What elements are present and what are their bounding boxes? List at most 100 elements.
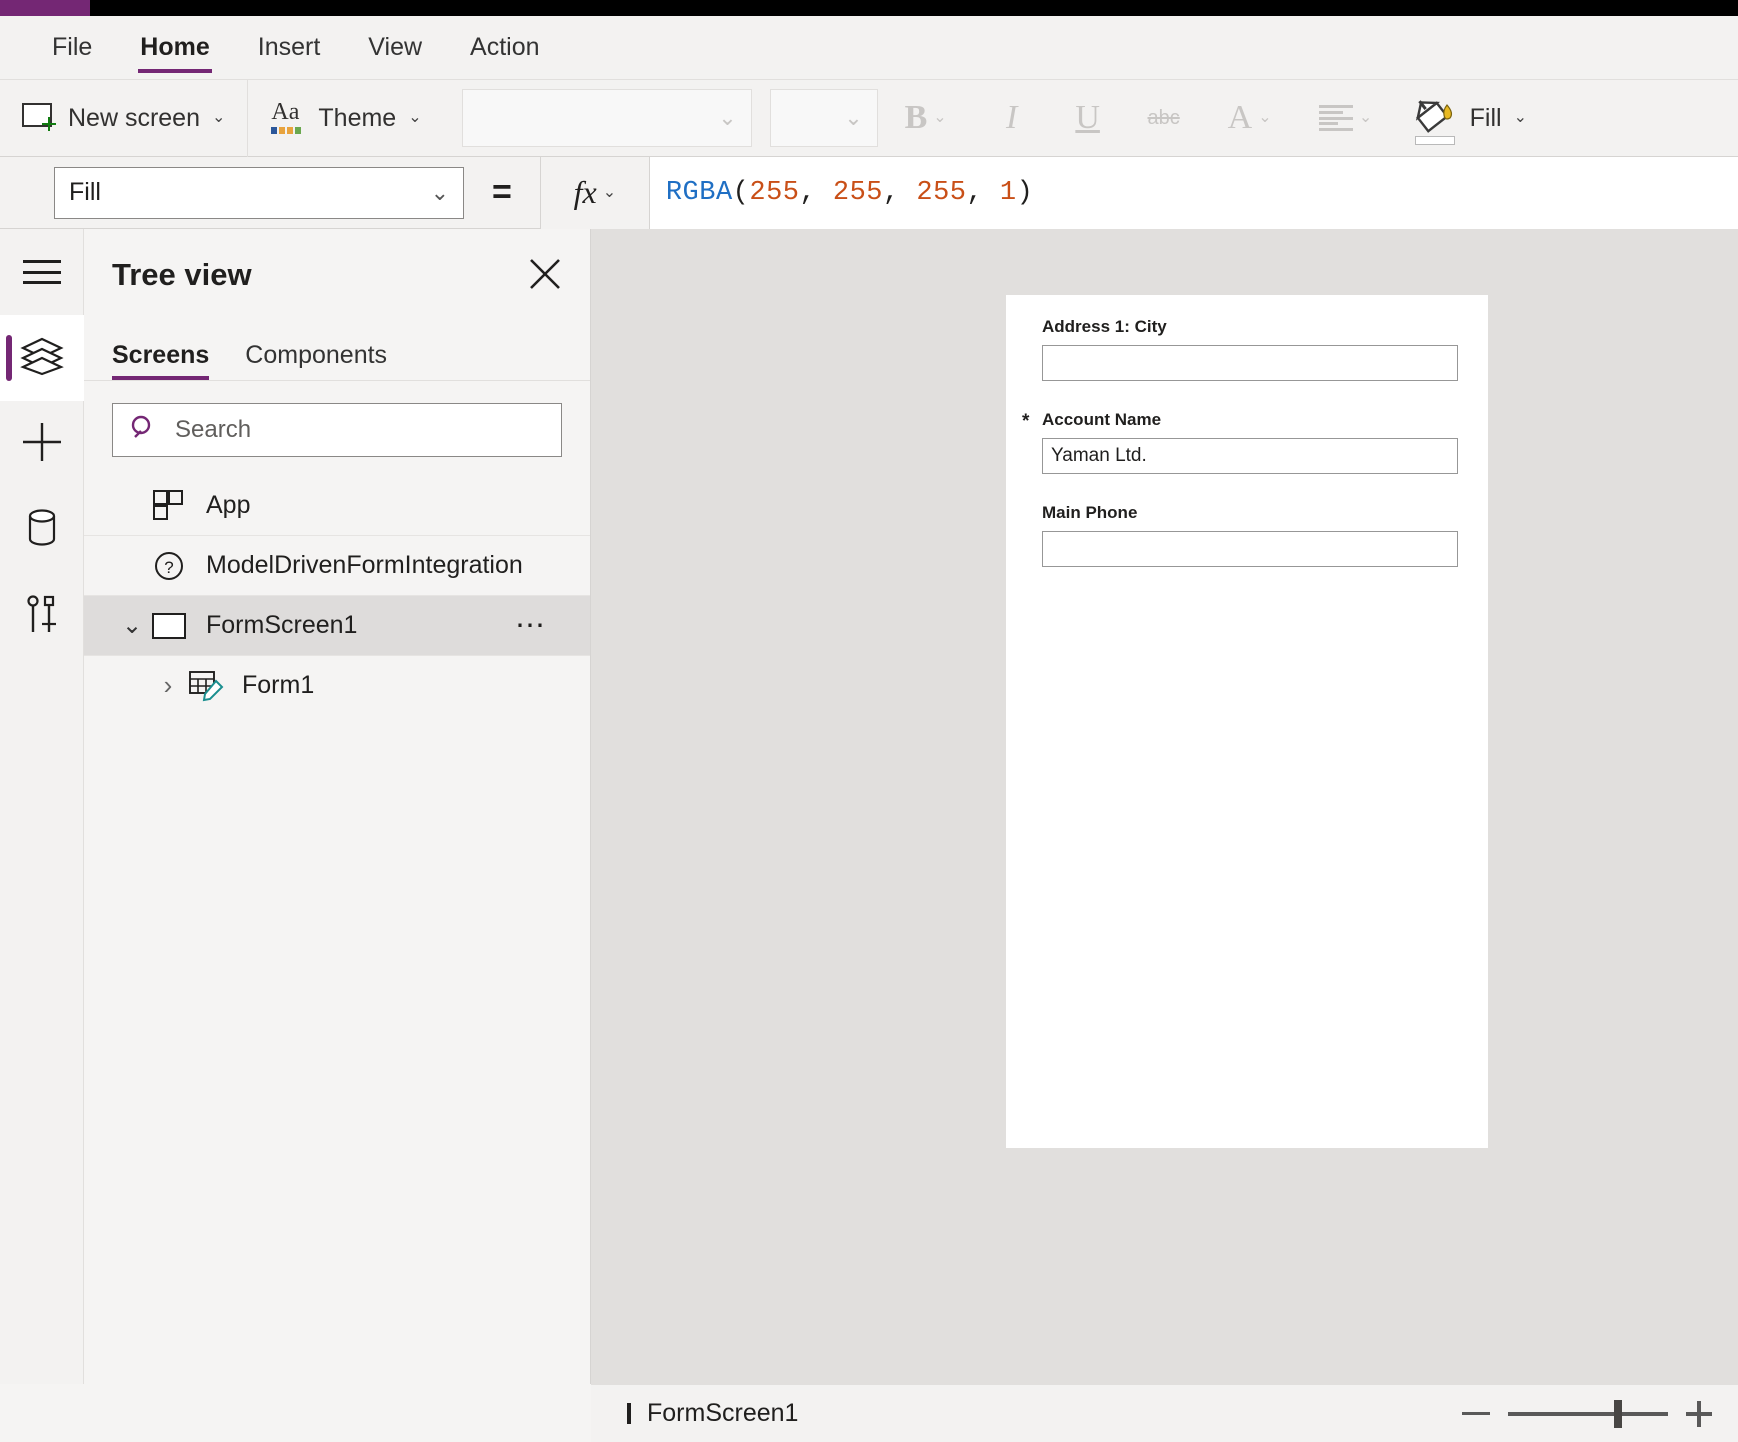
zoom-slider-thumb[interactable] <box>1614 1399 1622 1428</box>
zoom-slider[interactable] <box>1508 1399 1668 1428</box>
data-database-icon <box>25 508 59 553</box>
property-selector-dropdown[interactable]: Fill ⌄ <box>54 166 464 219</box>
close-icon <box>530 259 560 289</box>
menu-item-view[interactable]: View <box>366 28 424 68</box>
bold-button[interactable]: B ⌄ <box>878 79 974 157</box>
chevron-down-icon: ⌄ <box>408 109 422 126</box>
formula-bar: Fill ⌄ = fx ⌄ RGBA(255, 255, 255, 1) <box>0 156 1738 229</box>
menu-item-home[interactable]: Home <box>138 28 213 73</box>
menu-item-file[interactable]: File <box>50 28 94 68</box>
font-color-button[interactable]: A ⌄ <box>1202 79 1298 157</box>
font-size-dropdown[interactable]: ⌄ <box>769 89 878 147</box>
field-label-wrapper: * Account Name <box>1022 410 1458 432</box>
formula-token-num: 255 <box>916 177 967 208</box>
form-field-accountname: * Account Name Yaman Ltd. <box>1022 410 1458 474</box>
chevron-down-icon: ⌄ <box>602 183 617 201</box>
menu-item-action[interactable]: Action <box>468 28 541 68</box>
paint-bucket-icon <box>1412 95 1458 145</box>
theme-button[interactable]: Aa Theme ⌄ <box>248 79 443 157</box>
tree-row-modeldrivenformintegration[interactable]: ? ModelDrivenFormIntegration <box>84 535 590 595</box>
equals-sign: = <box>492 173 512 211</box>
theme-aa-icon: Aa <box>270 99 306 135</box>
fill-button[interactable]: Fill ⌄ <box>1394 79 1545 157</box>
expand-chevron-icon[interactable]: › <box>148 670 188 701</box>
app-grid-icon <box>152 489 198 521</box>
hamburger-menu-icon <box>23 260 61 284</box>
field-input[interactable] <box>1042 531 1458 567</box>
italic-button[interactable]: I <box>974 79 1050 157</box>
form-card[interactable]: Address 1: City * Account Name Yaman Ltd… <box>1006 295 1488 1148</box>
rail-insert-button[interactable] <box>0 401 84 487</box>
ribbon-toolbar: New screen ⌄ Aa Theme ⌄ ⌄ ⌄ B ⌄ I U abc … <box>0 79 1738 157</box>
chevron-down-icon: ⌄ <box>844 105 863 130</box>
title-bar <box>0 0 1738 16</box>
zoom-control <box>1462 1399 1712 1428</box>
fill-label: Fill <box>1469 103 1502 132</box>
chevron-down-icon: ⌄ <box>718 105 737 130</box>
underline-button[interactable]: U <box>1050 79 1126 157</box>
left-rail <box>0 229 84 1442</box>
chevron-down-icon: ⌄ <box>1358 109 1373 126</box>
close-panel-button[interactable] <box>522 251 568 297</box>
tree-row-formscreen1[interactable]: ⌄ FormScreen1 ⋯ <box>84 595 590 655</box>
screen-icon <box>152 612 198 639</box>
tree-row-label: ModelDrivenFormIntegration <box>206 551 523 579</box>
more-options-icon[interactable]: ⋯ <box>515 611 548 641</box>
media-tools-icon <box>24 594 60 639</box>
tab-screens[interactable]: Screens <box>112 341 210 380</box>
expand-collapse-chevron-icon[interactable]: ⌄ <box>112 611 152 640</box>
search-container: Search <box>84 381 590 475</box>
strikethrough-button[interactable]: abc <box>1126 79 1202 157</box>
field-label: Account Name <box>1042 410 1162 429</box>
strikethrough-icon: abc <box>1147 106 1180 129</box>
formula-token-punc: , <box>883 177 917 208</box>
formula-input[interactable]: RGBA(255, 255, 255, 1) <box>649 156 1738 229</box>
field-input[interactable] <box>1042 345 1458 381</box>
formula-token-num: 255 <box>749 177 800 208</box>
formula-token-punc: , <box>966 177 1000 208</box>
formula-token-punc: ) <box>1016 177 1034 208</box>
chevron-down-icon: ⌄ <box>1258 109 1272 126</box>
tree-row-label: FormScreen1 <box>206 611 358 639</box>
field-label: Main Phone <box>1042 503 1138 522</box>
rail-media-button[interactable] <box>0 573 84 659</box>
tree-row-label: App <box>206 490 251 519</box>
fx-expand-button[interactable]: fx ⌄ <box>539 156 650 229</box>
chevron-down-icon: ⌄ <box>1513 109 1527 126</box>
zoom-in-button[interactable] <box>1686 1400 1712 1427</box>
tab-components[interactable]: Components <box>245 341 387 380</box>
title-bar-accent <box>0 0 90 16</box>
bottom-left-filler <box>0 1384 591 1442</box>
align-left-icon <box>1318 105 1353 131</box>
search-icon <box>129 413 159 448</box>
font-name-dropdown[interactable]: ⌄ <box>461 89 752 147</box>
formula-token-num: 1 <box>999 177 1017 208</box>
tree-row-app[interactable]: App <box>84 475 590 535</box>
menu-bar: File Home Insert View Action <box>0 16 1738 79</box>
question-circle-icon: ? <box>152 549 198 583</box>
tree-view-header: Tree view <box>84 229 590 317</box>
menu-item-insert[interactable]: Insert <box>256 28 323 68</box>
search-input[interactable]: Search <box>112 403 562 457</box>
required-asterisk-icon: * <box>1022 411 1030 432</box>
chevron-down-icon: ⌄ <box>212 109 226 126</box>
new-screen-button[interactable]: New screen ⌄ <box>0 79 247 157</box>
tree-row-form1[interactable]: › Form1 <box>84 655 590 715</box>
ribbon-group-text: Aa Theme ⌄ ⌄ ⌄ B ⌄ I U abc A ⌄ ⌄ Fill ⌄ <box>248 79 1545 157</box>
chevron-down-icon: ⌄ <box>933 109 947 126</box>
zoom-out-button[interactable] <box>1462 1412 1490 1415</box>
status-screen-indicator[interactable]: FormScreen1 <box>627 1399 798 1428</box>
form-field-mainphone: Main Phone <box>1042 503 1458 567</box>
field-input[interactable]: Yaman Ltd. <box>1042 438 1458 474</box>
rail-hamburger-button[interactable] <box>0 229 84 315</box>
rail-tree-view-button[interactable] <box>0 315 84 401</box>
theme-label: Theme <box>318 103 397 132</box>
field-label: Address 1: City <box>1042 317 1167 336</box>
formula-token-punc: , <box>799 177 833 208</box>
align-button[interactable]: ⌄ <box>1298 79 1394 157</box>
rail-data-button[interactable] <box>0 487 84 573</box>
canvas-area[interactable]: Address 1: City * Account Name Yaman Ltd… <box>591 229 1738 1384</box>
screen-icon <box>627 1402 631 1424</box>
formula-token-fn: RGBA <box>665 177 733 208</box>
tree-row-label: Form1 <box>242 671 315 699</box>
